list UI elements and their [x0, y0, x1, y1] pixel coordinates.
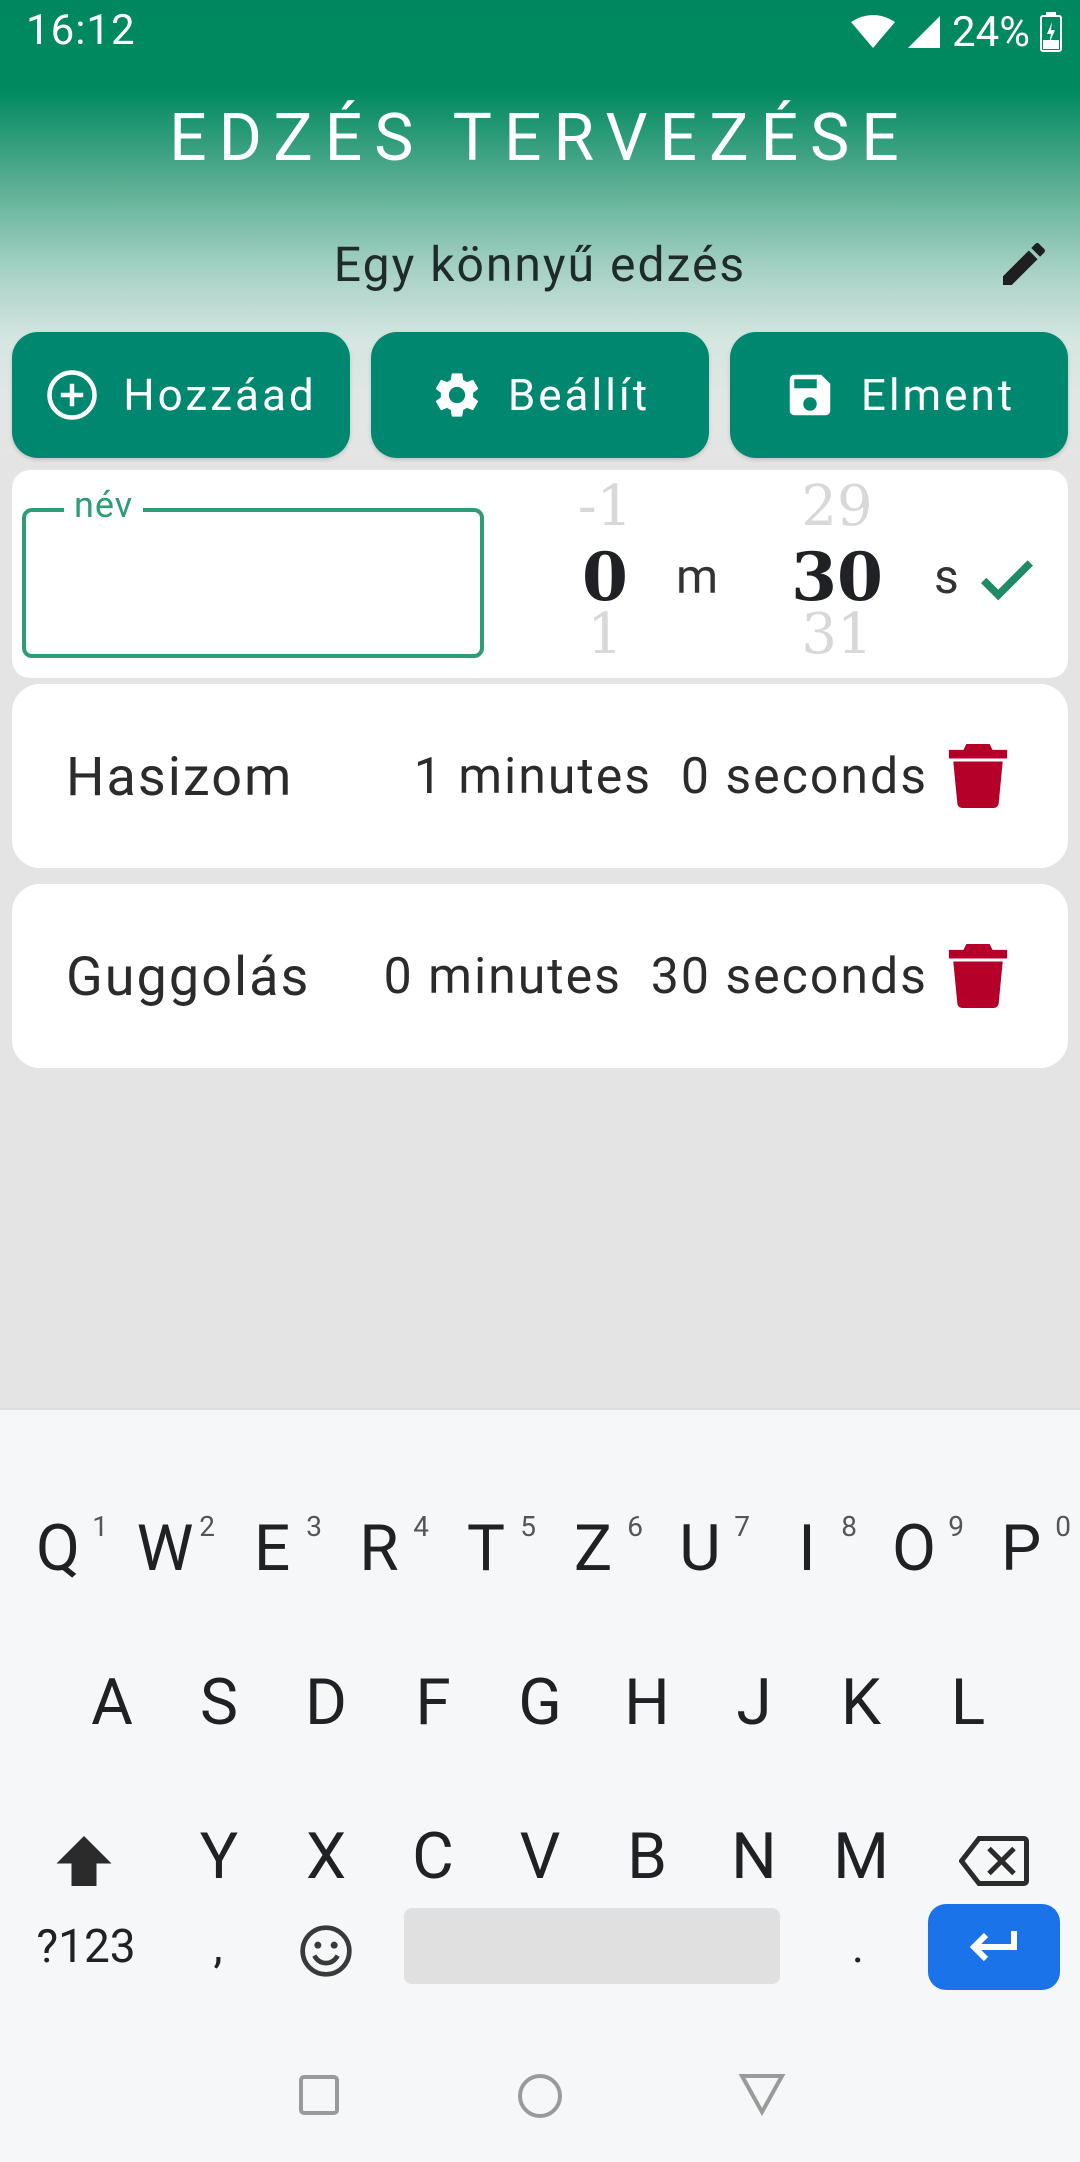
save-button[interactable]: Elment	[730, 332, 1068, 458]
seconds-unit: s	[934, 548, 959, 605]
add-button-label: Hozzáad	[123, 369, 317, 421]
key-l[interactable]: L	[914, 1648, 1022, 1758]
check-icon[interactable]	[972, 544, 1042, 614]
key-u[interactable]: U7	[646, 1494, 754, 1604]
keyboard: Q1 W2 E3 R4 T5 Z6 U7 I8 O9 P0 A S D F G …	[0, 1408, 1080, 2162]
key-a[interactable]: A	[58, 1648, 166, 1758]
key-label: P	[1000, 1511, 1042, 1586]
comma-key[interactable]: ,	[166, 1892, 270, 2002]
key-label: R	[359, 1511, 399, 1586]
exercise-item: Guggolás 0 minutes 30 seconds	[12, 884, 1068, 1068]
key-k[interactable]: K	[807, 1648, 915, 1758]
key-hint: 4	[413, 1510, 429, 1543]
key-j[interactable]: J	[700, 1648, 808, 1758]
key-w[interactable]: W2	[111, 1494, 219, 1604]
key-hint: 9	[948, 1510, 964, 1543]
key-c[interactable]: C	[379, 1802, 487, 1912]
trash-icon[interactable]	[948, 744, 1008, 808]
save-button-label: Elment	[860, 369, 1016, 421]
key-n[interactable]: N	[700, 1802, 808, 1912]
backspace-key[interactable]	[940, 1802, 1048, 1912]
key-label: I	[798, 1511, 816, 1586]
key-hint: 8	[841, 1510, 857, 1543]
key-e[interactable]: E3	[218, 1494, 326, 1604]
trash-icon[interactable]	[948, 944, 1008, 1008]
exercise-duration: 0 minutes 30 seconds	[383, 948, 928, 1006]
key-f[interactable]: F	[379, 1648, 487, 1758]
exercise-item: Hasizom 1 minutes 0 seconds	[12, 684, 1068, 868]
key-hint: 6	[627, 1510, 643, 1543]
seconds-next: 31	[801, 602, 873, 667]
key-p[interactable]: P0	[967, 1494, 1075, 1604]
status-bar: 16:12 24%	[0, 0, 1080, 64]
key-label: T	[466, 1511, 506, 1586]
key-hint: 3	[306, 1510, 322, 1543]
space-key[interactable]	[404, 1908, 780, 1984]
exercise-name: Hasizom	[66, 746, 294, 809]
key-label: W	[136, 1511, 194, 1586]
seconds-prev: 29	[801, 474, 873, 539]
name-input[interactable]: név	[22, 484, 484, 658]
enter-icon	[969, 1931, 1017, 1962]
add-circle-icon	[47, 370, 97, 420]
key-v[interactable]: V	[486, 1802, 594, 1912]
add-button[interactable]: Hozzáad	[12, 332, 350, 458]
exercise-duration: 1 minutes 0 seconds	[413, 748, 928, 806]
status-icons: 24%	[850, 6, 1062, 58]
key-z[interactable]: Z6	[539, 1494, 647, 1604]
workout-name: Egy könnyű edzés	[333, 236, 747, 293]
battery-icon	[1040, 12, 1062, 52]
key-o[interactable]: O9	[860, 1494, 968, 1604]
new-exercise-card: név -1 0 1 m 29 30 31 s	[12, 470, 1068, 678]
key-hint: 0	[1055, 1510, 1071, 1543]
symbols-key[interactable]: ?123	[18, 1892, 154, 2002]
home-icon[interactable]	[516, 2072, 564, 2120]
save-icon	[789, 374, 831, 416]
key-hint: 7	[734, 1510, 750, 1543]
emoji-icon	[300, 1925, 352, 1977]
settings-button[interactable]: Beállít	[371, 332, 709, 458]
minutes-prev: -1	[577, 474, 633, 539]
battery-percent: 24%	[952, 7, 1030, 57]
key-i[interactable]: I8	[753, 1494, 861, 1604]
key-label: U	[679, 1511, 721, 1586]
minutes-next: 1	[587, 602, 623, 667]
minutes-unit: m	[676, 548, 719, 605]
edit-icon[interactable]	[996, 236, 1052, 292]
signal-icon	[908, 16, 941, 48]
key-hint: 1	[92, 1510, 108, 1543]
key-q[interactable]: Q1	[4, 1494, 112, 1604]
key-g[interactable]: G	[486, 1648, 594, 1758]
key-hint: 5	[520, 1510, 536, 1543]
key-label: O	[891, 1511, 937, 1586]
wifi-icon	[851, 15, 896, 48]
gear-icon	[435, 373, 478, 417]
emoji-key[interactable]	[272, 1892, 380, 2002]
key-h[interactable]: H	[593, 1648, 701, 1758]
key-label: Q	[35, 1511, 81, 1586]
page-title: EDZÉS TERVEZÉSE	[169, 100, 911, 177]
exercise-name: Guggolás	[66, 946, 311, 1009]
navigation-bar	[0, 2050, 1080, 2160]
status-time: 16:12	[26, 6, 136, 55]
key-r[interactable]: R4	[325, 1494, 433, 1604]
shift-icon	[56, 1836, 112, 1887]
key-b[interactable]: B	[593, 1802, 701, 1912]
enter-key[interactable]	[928, 1904, 1060, 1990]
key-d[interactable]: D	[272, 1648, 380, 1758]
key-s[interactable]: S	[165, 1648, 273, 1758]
key-label: E	[253, 1511, 291, 1586]
key-hint: 2	[199, 1510, 215, 1543]
key-label: Z	[573, 1511, 613, 1586]
key-t[interactable]: T5	[432, 1494, 540, 1604]
period-key[interactable]: .	[806, 1892, 910, 2002]
back-icon[interactable]	[738, 2072, 786, 2116]
backspace-icon	[958, 1836, 1029, 1887]
name-input-label: név	[64, 484, 144, 526]
recents-icon[interactable]	[298, 2074, 340, 2116]
settings-button-label: Beállít	[507, 369, 651, 421]
